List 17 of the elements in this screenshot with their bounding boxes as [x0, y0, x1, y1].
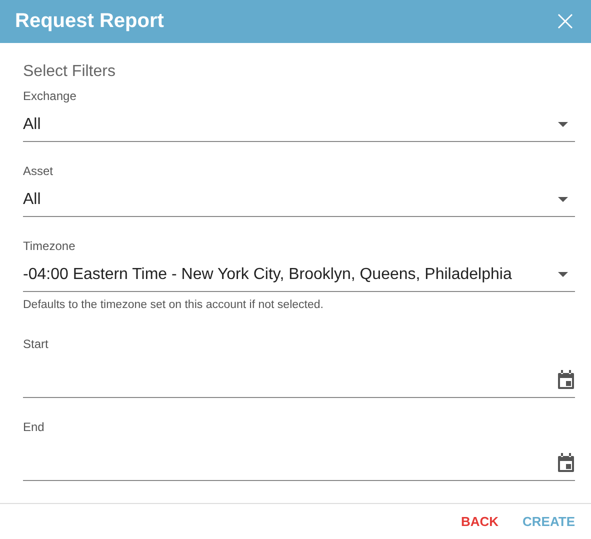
back-button[interactable]: BACK: [452, 508, 507, 535]
field-label: End: [23, 420, 46, 434]
section-title: Select Filters: [23, 62, 116, 81]
field-label: Timezone: [23, 238, 76, 253]
helper-text: Defaults to the timezone set on this account if not selected.: [23, 298, 324, 311]
dialog-title: Request Report: [15, 10, 164, 33]
caret-icon: [558, 272, 568, 278]
field-label: Asset: [23, 164, 54, 178]
caret-icon: [558, 122, 568, 128]
field-label: Exchange: [23, 88, 78, 103]
field-label: Start: [23, 336, 50, 351]
calendar-icon[interactable]: [557, 452, 575, 473]
select-field[interactable]: All: [23, 184, 575, 217]
calendar-icon[interactable]: [557, 370, 575, 390]
caret-icon: [558, 197, 568, 202]
select-field[interactable]: -04:00 Eastern Time - New York City, Brooklyn, Queens, Philadelphia: [23, 258, 575, 292]
select-field[interactable]: All: [23, 108, 575, 142]
